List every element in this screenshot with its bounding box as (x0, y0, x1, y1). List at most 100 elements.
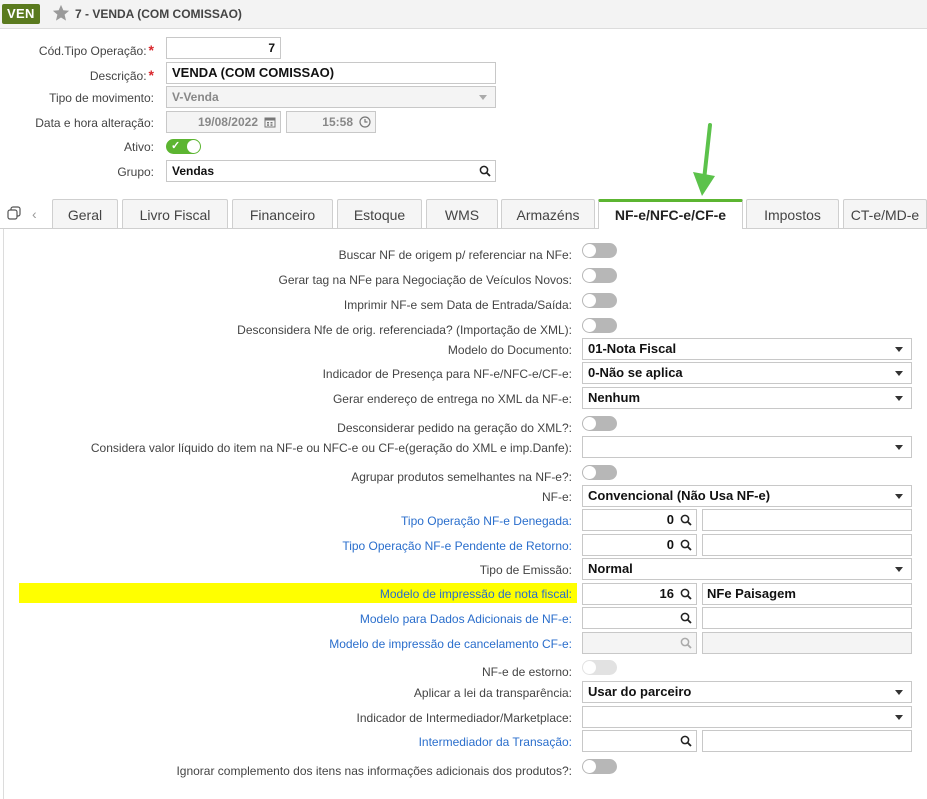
row-considera-valor: Considera valor líquido do item na NF-e … (4, 436, 924, 460)
nfe-label: NF-e: (542, 490, 572, 504)
search-icon (680, 588, 692, 600)
descricao-input[interactable]: VENDA (COM COMISSAO) (166, 62, 496, 84)
modelo-impressao-input[interactable]: 16 (582, 583, 697, 605)
chevron-down-icon (895, 494, 903, 499)
chevron-down-icon (895, 445, 903, 450)
module-badge: VEN (2, 4, 40, 24)
tipo-op-denegada-input[interactable]: 0 (582, 509, 697, 531)
time-input: 15:58 (286, 111, 376, 133)
descricao-label: Descrição: * (89, 67, 154, 83)
row-tipo-op-pendente: Tipo Operação NF-e Pendente de Retorno: … (4, 534, 924, 558)
desconsiderar-pedido-toggle[interactable] (582, 416, 617, 431)
row-modelo-dados-adicionais: Modelo para Dados Adicionais de NF-e: (4, 607, 924, 631)
intermediador-desc (702, 730, 912, 752)
copy-tabs-icon[interactable] (6, 206, 22, 220)
calendar-icon (264, 117, 276, 128)
row-aplicar-lei: Aplicar a lei da transparência: Usar do … (4, 681, 924, 705)
tab-geral[interactable]: Geral (52, 199, 118, 228)
modelo-cancelamento-input (582, 632, 697, 654)
intermediador-input[interactable] (582, 730, 697, 752)
agrupar-toggle[interactable] (582, 465, 617, 480)
ativo-toggle[interactable]: ✓ (166, 139, 201, 154)
search-icon (680, 539, 692, 551)
data-alteracao-label: Data e hora alteração: (35, 116, 154, 130)
gerar-endereco-label: Gerar endereço de entrega no XML da NF-e… (332, 392, 572, 406)
modelo-doc-label: Modelo do Documento: (447, 343, 572, 357)
grupo-input[interactable]: Vendas (166, 160, 496, 182)
search-icon (680, 514, 692, 526)
row-tipo-emissao: Tipo de Emissão: Normal (4, 558, 924, 582)
tipo-op-pendente-link[interactable]: Tipo Operação NF-e Pendente de Retorno: (342, 539, 572, 553)
chevron-down-icon (895, 396, 903, 401)
gerar-tag-toggle[interactable] (582, 268, 617, 283)
nfe-select[interactable]: Convencional (Não Usa NF-e) (582, 485, 912, 507)
clock-icon (359, 116, 371, 128)
tab-nfe-nfce-cfe[interactable]: NF-e/NFC-e/CF-e (598, 199, 743, 229)
row-modelo-cancelamento: Modelo de impressão de cancelamento CF-e… (4, 632, 924, 656)
annotation-arrow-icon (693, 123, 715, 196)
modelo-impressao-link[interactable]: Modelo de impressão de nota fiscal: (380, 587, 572, 601)
row-gerar-tag: Gerar tag na NFe para Negociação de Veíc… (4, 268, 924, 292)
tipo-op-pendente-desc (702, 534, 912, 556)
row-indicador-intermediador: Indicador de Intermediador/Marketplace: (4, 706, 924, 730)
modelo-dados-adicionais-input[interactable] (582, 607, 697, 629)
tab-estoque[interactable]: Estoque (337, 199, 422, 228)
search-icon (680, 735, 692, 747)
gerar-tag-label: Gerar tag na NFe para Negociação de Veíc… (278, 273, 573, 287)
tipo-op-pendente-input[interactable]: 0 (582, 534, 697, 556)
grupo-label: Grupo: (117, 165, 154, 179)
tipo-op-denegada-link[interactable]: Tipo Operação NF-e Denegada: (401, 514, 572, 528)
chevron-down-icon (895, 567, 903, 572)
tipo-emissao-label: Tipo de Emissão: (479, 563, 572, 577)
indicador-intermediador-select[interactable] (582, 706, 912, 728)
tab-wms[interactable]: WMS (426, 199, 498, 228)
indicador-presenca-select[interactable]: 0-Não se aplica (582, 362, 912, 384)
ignorar-complemento-toggle[interactable] (582, 759, 617, 774)
desconsidera-nfe-label: Desconsidera Nfe de orig. referenciada? … (237, 323, 572, 337)
required-marker: * (148, 67, 154, 83)
considera-valor-select[interactable] (582, 436, 912, 458)
buscar-nf-toggle[interactable] (582, 243, 617, 258)
gerar-endereco-select[interactable]: Nenhum (582, 387, 912, 409)
tab-cte-mde[interactable]: CT-e/MD-e (843, 199, 927, 228)
intermediador-link[interactable]: Intermediador da Transação: (419, 735, 572, 749)
desconsidera-nfe-toggle[interactable] (582, 318, 617, 333)
search-icon (479, 165, 491, 177)
tipo-movimento-label: Tipo de movimento: (49, 91, 154, 105)
ativo-label: Ativo: (123, 140, 154, 154)
aplicar-lei-label: Aplicar a lei da transparência: (413, 686, 572, 700)
aplicar-lei-select[interactable]: Usar do parceiro (582, 681, 912, 703)
row-buscar-nf: Buscar NF de origem p/ referenciar na NF… (4, 243, 924, 267)
tab-livro-fiscal[interactable]: Livro Fiscal (122, 199, 228, 228)
tab-armazens[interactable]: Armazéns (501, 199, 595, 228)
indicador-presenca-label: Indicador de Presença para NF-e/NFC-e/CF… (322, 367, 572, 381)
check-icon: ✓ (171, 140, 181, 152)
modelo-cancelamento-link[interactable]: Modelo de impressão de cancelamento CF-e… (329, 637, 572, 651)
chevron-down-icon (895, 371, 903, 376)
desconsiderar-pedido-label: Desconsiderar pedido na geração do XML?: (337, 421, 572, 435)
buscar-nf-label: Buscar NF de origem p/ referenciar na NF… (338, 248, 572, 262)
modelo-impressao-desc: NFe Paisagem (702, 583, 912, 605)
cod-label: Cód.Tipo Operação: * (38, 42, 154, 58)
row-nfe: NF-e: Convencional (Não Usa NF-e) (4, 485, 924, 509)
modelo-cancelamento-desc (702, 632, 912, 654)
row-indicador-presenca: Indicador de Presença para NF-e/NFC-e/CF… (4, 362, 924, 386)
required-marker: * (148, 42, 154, 58)
modelo-doc-select[interactable]: 01-Nota Fiscal (582, 338, 912, 360)
row-imprimir-nfe: Imprimir NF-e sem Data de Entrada/Saída: (4, 293, 924, 317)
chevron-left-icon[interactable]: ‹ (32, 206, 37, 222)
search-icon (680, 637, 692, 649)
tab-impostos[interactable]: Impostos (746, 199, 839, 228)
search-icon (680, 612, 692, 624)
imprimir-nfe-toggle[interactable] (582, 293, 617, 308)
tipo-movimento-select: V-Venda (166, 86, 496, 108)
modelo-dados-adicionais-link[interactable]: Modelo para Dados Adicionais de NF-e: (360, 612, 572, 626)
tab-financeiro[interactable]: Financeiro (232, 199, 333, 228)
row-modelo-doc: Modelo do Documento: 01-Nota Fiscal (4, 338, 924, 362)
chevron-down-icon (895, 715, 903, 720)
cod-input[interactable]: 7 (166, 37, 281, 59)
tipo-emissao-select[interactable]: Normal (582, 558, 912, 580)
date-input: 19/08/2022 (166, 111, 281, 133)
imprimir-nfe-label: Imprimir NF-e sem Data de Entrada/Saída: (343, 298, 572, 312)
favorite-star-icon[interactable] (52, 4, 70, 22)
